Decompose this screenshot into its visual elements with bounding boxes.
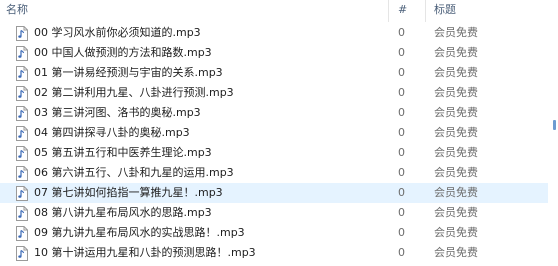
- file-name: 04 第四讲探寻八卦的奥秘.mp3: [34, 126, 190, 139]
- file-title: 会员免费: [434, 46, 478, 59]
- audio-file-icon: [16, 46, 28, 61]
- file-track-number: 0: [398, 126, 405, 139]
- column-divider[interactable]: [425, 0, 426, 22]
- file-name: 09 第九讲九星布局风水的实战思路！.mp3: [34, 226, 245, 239]
- file-track-number: 0: [398, 46, 405, 59]
- file-title: 会员免费: [434, 86, 478, 99]
- file-row[interactable]: 00 中国人做预测的方法和路数.mp3 0 会员免费: [0, 43, 548, 63]
- file-row[interactable]: 03 第三讲河图、洛书的奥秘.mp3 0 会员免费: [0, 103, 548, 123]
- file-name: 10 第十讲运用九星和八卦的预测思路！.mp3: [34, 246, 256, 259]
- partial-row: [0, 262, 558, 266]
- file-track-number: 0: [398, 86, 405, 99]
- file-title: 会员免费: [434, 206, 478, 219]
- file-title: 会员免费: [434, 106, 478, 119]
- file-row[interactable]: 06 第六讲五行、八卦和九星的运用.mp3 0 会员免费: [0, 163, 548, 183]
- file-name: 03 第三讲河图、洛书的奥秘.mp3: [34, 106, 201, 119]
- file-row[interactable]: 05 第五讲五行和中医养生理论.mp3 0 会员免费: [0, 143, 548, 163]
- file-list: 00 学习风水前你必须知道的.mp3 0 会员免费 00 中国人做预测的方法和路数.m…: [0, 23, 558, 263]
- column-divider[interactable]: [388, 0, 389, 22]
- file-row[interactable]: 09 第九讲九星布局风水的实战思路！.mp3 0 会员免费: [0, 223, 548, 243]
- audio-file-icon: [16, 146, 28, 161]
- file-title: 会员免费: [434, 226, 478, 239]
- file-row[interactable]: 01 第一讲易经预测与宇宙的关系.mp3 0 会员免费: [0, 63, 548, 83]
- file-name: 00 中国人做预测的方法和路数.mp3: [34, 46, 212, 59]
- audio-file-icon: [16, 126, 28, 141]
- file-track-number: 0: [398, 246, 405, 259]
- file-name: 01 第一讲易经预测与宇宙的关系.mp3: [34, 66, 223, 79]
- file-row[interactable]: 00 学习风水前你必须知道的.mp3 0 会员免费: [0, 23, 548, 43]
- file-track-number: 0: [398, 146, 405, 159]
- file-row[interactable]: 04 第四讲探寻八卦的奥秘.mp3 0 会员免费: [0, 123, 548, 143]
- audio-file-icon: [16, 206, 28, 221]
- file-name: 08 第八讲九星布局风水的思路.mp3: [34, 206, 212, 219]
- audio-file-icon: [16, 66, 28, 81]
- file-track-number: 0: [398, 226, 405, 239]
- file-name: 05 第五讲五行和中医养生理论.mp3: [34, 146, 212, 159]
- file-track-number: 0: [398, 106, 405, 119]
- audio-file-icon: [16, 86, 28, 101]
- file-name: 00 学习风水前你必须知道的.mp3: [34, 26, 201, 39]
- file-track-number: 0: [398, 26, 405, 39]
- column-header-title[interactable]: 标题: [434, 0, 544, 20]
- file-name: 02 第二讲利用九星、八卦进行预测.mp3: [34, 86, 234, 99]
- file-title: 会员免费: [434, 246, 478, 259]
- scrollbar-thumb[interactable]: [553, 120, 556, 130]
- file-row[interactable]: 08 第八讲九星布局风水的思路.mp3 0 会员免费: [0, 203, 548, 223]
- file-title: 会员免费: [434, 186, 478, 199]
- column-header-number[interactable]: #: [398, 0, 414, 20]
- file-track-number: 0: [398, 166, 405, 179]
- column-header-name[interactable]: 名称: [6, 0, 386, 20]
- file-title: 会员免费: [434, 126, 478, 139]
- file-row[interactable]: 10 第十讲运用九星和八卦的预测思路！.mp3 0 会员免费: [0, 243, 548, 263]
- file-title: 会员免费: [434, 66, 478, 79]
- column-header: 名称 # 标题: [0, 0, 558, 22]
- audio-file-icon: [16, 106, 28, 121]
- audio-file-icon: [16, 166, 28, 181]
- audio-file-icon: [16, 186, 28, 201]
- file-row[interactable]: 02 第二讲利用九星、八卦进行预测.mp3 0 会员免费: [0, 83, 548, 103]
- audio-file-icon: [16, 246, 28, 261]
- audio-file-icon: [16, 26, 28, 41]
- file-row[interactable]: 07 第七讲如何掐指一算推九星！.mp3 0 会员免费: [0, 183, 548, 203]
- audio-file-icon: [16, 226, 28, 241]
- file-title: 会员免费: [434, 26, 478, 39]
- file-name: 06 第六讲五行、八卦和九星的运用.mp3: [34, 166, 234, 179]
- file-title: 会员免费: [434, 166, 478, 179]
- file-track-number: 0: [398, 206, 405, 219]
- file-title: 会员免费: [434, 146, 478, 159]
- file-track-number: 0: [398, 186, 405, 199]
- file-name: 07 第七讲如何掐指一算推九星！.mp3: [34, 186, 223, 199]
- file-track-number: 0: [398, 66, 405, 79]
